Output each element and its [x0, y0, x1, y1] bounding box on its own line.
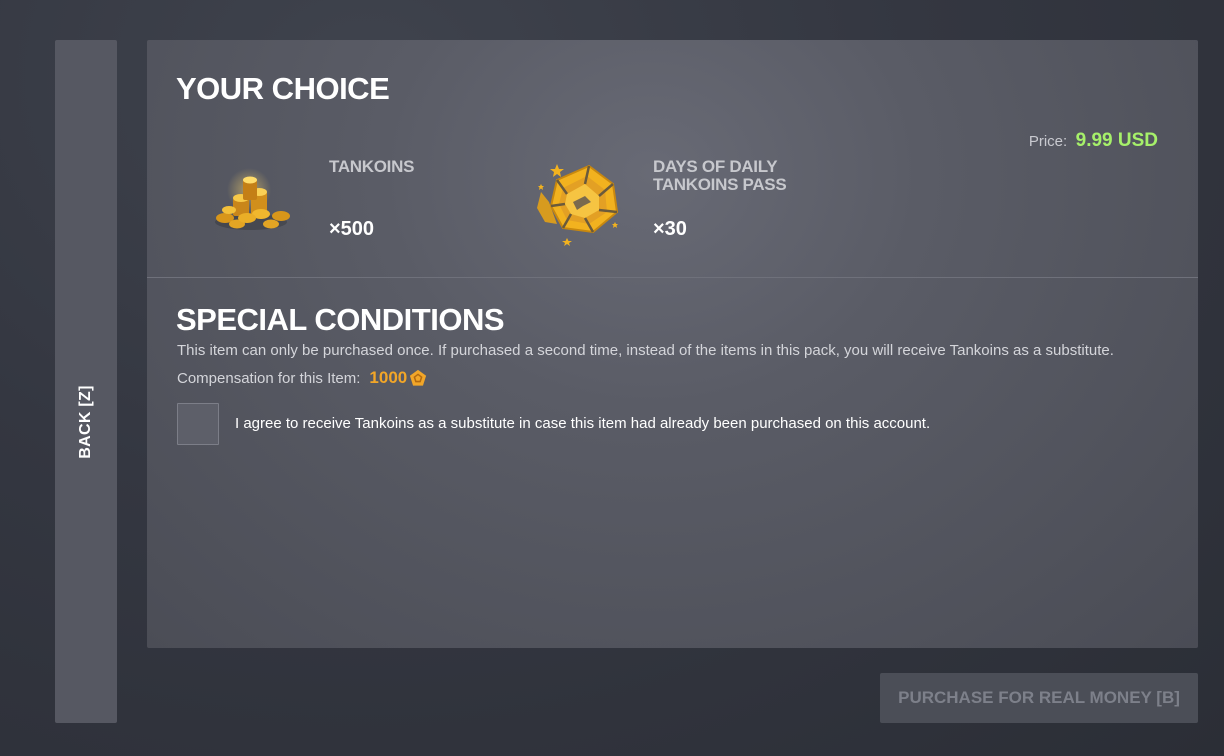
agree-text: I agree to receive Tankoins as a substit…	[235, 415, 931, 432]
daily-pass-icon	[537, 164, 619, 246]
purchase-panel: YOUR CHOICE Price: 9.99 USD TANKOINS ×50…	[147, 40, 1198, 648]
special-conditions-title: SPECIAL CONDITIONS	[176, 302, 505, 337]
price-label: Price:	[1028, 133, 1068, 150]
tankoin-icon	[410, 369, 427, 386]
item-tankoins: TANKOINS ×500	[203, 150, 503, 260]
compensation-label: Compensation for this Item:	[177, 369, 361, 387]
your-choice-title: YOUR CHOICE	[176, 71, 390, 106]
purchase-button-label: PURCHASE FOR REAL MONEY [B]	[898, 688, 1180, 707]
conditions-description: This item can only be purchased once. If…	[177, 342, 1114, 359]
compensation-row: Compensation for this Item: 1000	[177, 368, 427, 388]
agree-checkbox[interactable]	[177, 403, 219, 445]
item-name-tankoins: TANKOINS	[329, 157, 415, 176]
item-daily-pass: DAYS OF DAILY TANKOINS PASS ×30	[527, 150, 857, 260]
tankoins-pile-icon	[215, 168, 290, 230]
item-name-daily-pass: DAYS OF DAILY TANKOINS PASS	[653, 157, 787, 194]
section-divider	[147, 277, 1198, 278]
back-button[interactable]: BACK [Z]	[55, 40, 117, 723]
price-row: Price: 9.99 USD	[1029, 130, 1158, 152]
back-button-label: BACK [Z]	[77, 385, 94, 459]
item-quantity-daily-pass: ×30	[653, 218, 687, 240]
compensation-value: 1000	[369, 368, 408, 387]
item-quantity-tankoins: ×500	[329, 218, 375, 240]
price-value: 9.99 USD	[1075, 130, 1158, 151]
purchase-button[interactable]: PURCHASE FOR REAL MONEY [B]	[880, 673, 1198, 723]
